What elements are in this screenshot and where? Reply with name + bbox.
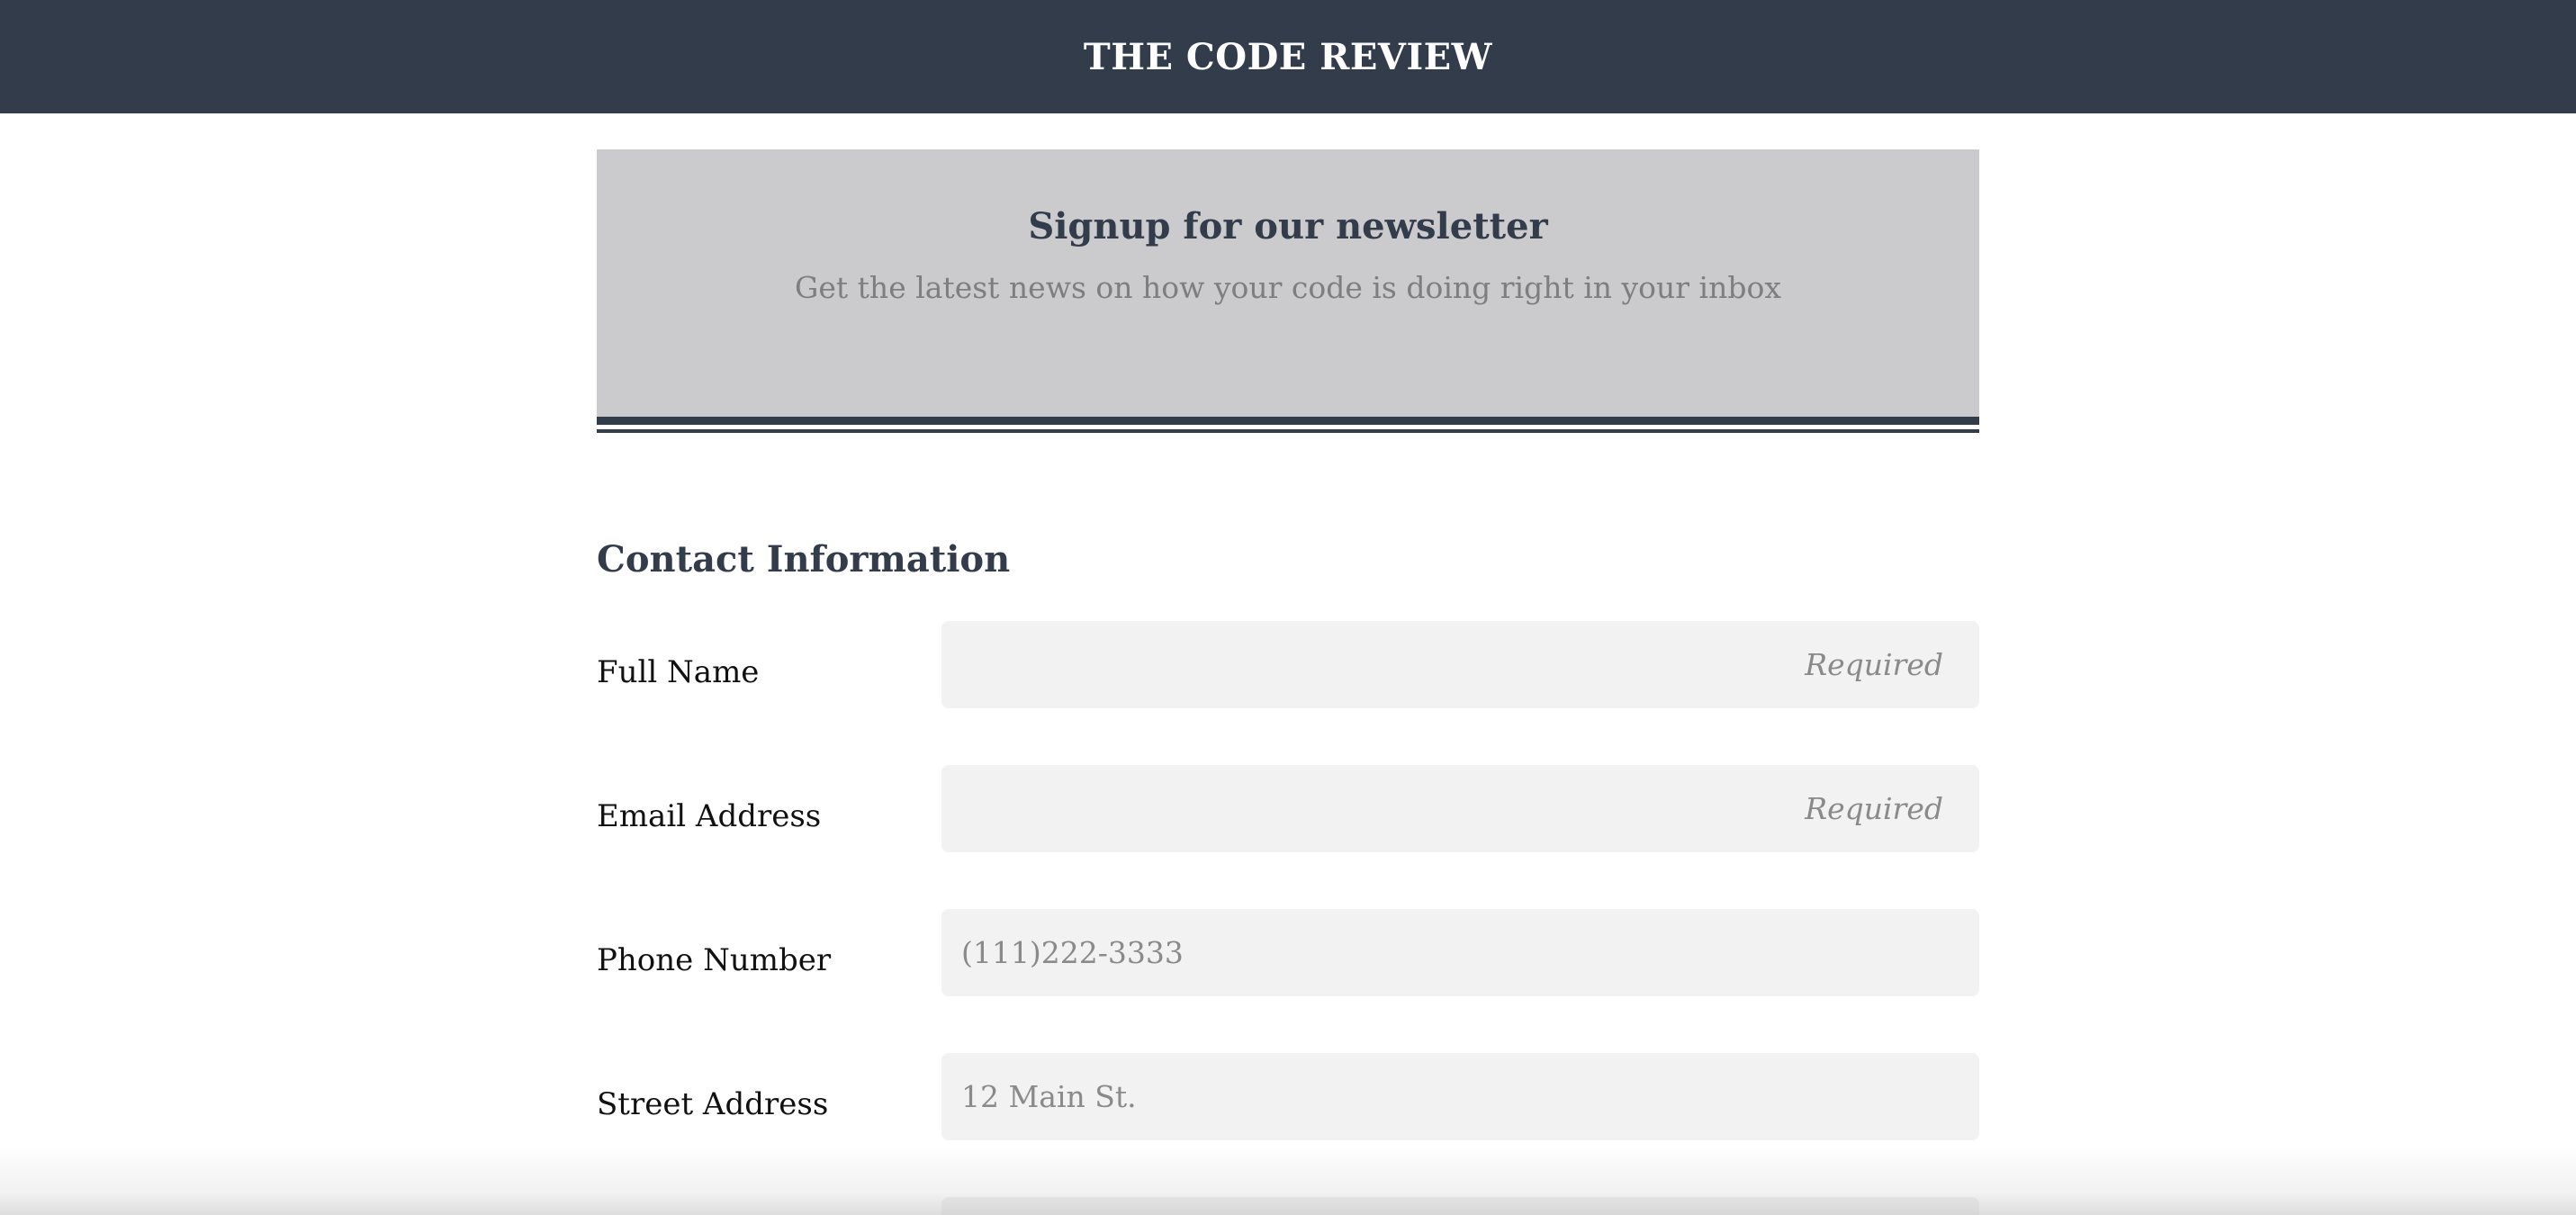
newsletter-subtitle: Get the latest news on how your code is …	[795, 270, 1781, 305]
street-address-label: Street Address	[597, 1086, 829, 1122]
phone-number-label: Phone Number	[597, 942, 832, 978]
next-field-input-partial[interactable]	[941, 1197, 1979, 1215]
banner-divider-thin	[597, 429, 1979, 433]
newsletter-title: Signup for our newsletter	[1028, 205, 1548, 248]
newsletter-banner: Signup for our newsletter Get the latest…	[597, 149, 1979, 417]
site-header: THE CODE REVIEW	[0, 0, 2576, 113]
email-address-label: Email Address	[597, 798, 822, 834]
banner-divider-thick	[597, 417, 1979, 425]
email-address-input[interactable]	[941, 765, 1979, 852]
phone-number-input[interactable]	[941, 909, 1979, 996]
site-title: THE CODE REVIEW	[1083, 35, 1493, 78]
street-address-input[interactable]	[941, 1053, 1979, 1140]
full-name-input[interactable]	[941, 621, 1979, 708]
contact-section-title: Contact Information	[597, 538, 1011, 580]
full-name-label: Full Name	[597, 654, 760, 690]
